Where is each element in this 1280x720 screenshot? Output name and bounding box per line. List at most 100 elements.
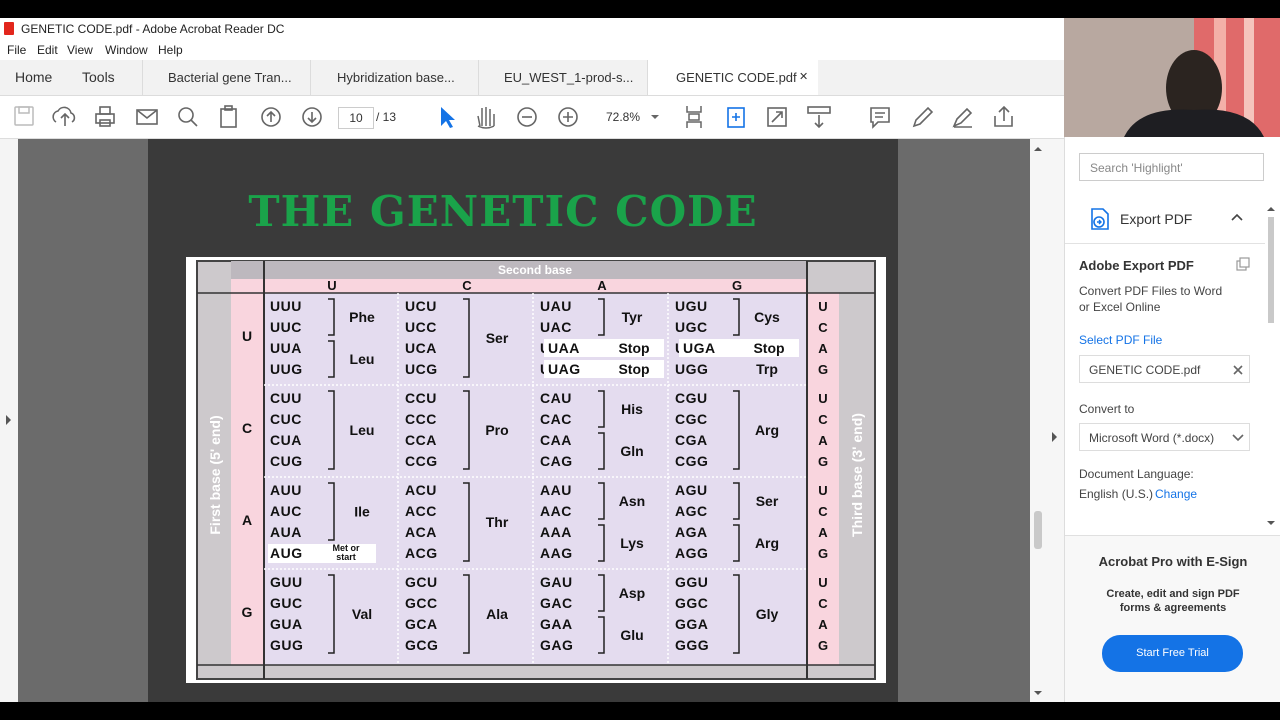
clear-file-icon[interactable] xyxy=(1233,365,1243,375)
page-number-input[interactable]: 10 xyxy=(338,107,374,129)
right-tools-pane: Search 'Highlight' Export PDF Adobe Expo… xyxy=(1064,137,1280,703)
right-panel-toggle-strip xyxy=(1046,139,1064,702)
tab-tools[interactable]: Tools xyxy=(82,60,115,95)
promo-line2: forms & agreements xyxy=(1119,602,1227,614)
menu-edit[interactable]: Edit xyxy=(37,43,58,57)
codon-label: CAC xyxy=(540,411,572,427)
selected-file-field[interactable]: GENETIC CODE.pdf xyxy=(1079,355,1250,383)
pdf-file-icon xyxy=(4,22,14,35)
tab-doc-genetic-code[interactable]: GENETIC CODE.pdf ✕ xyxy=(648,60,818,95)
fullscreen-icon[interactable] xyxy=(767,107,787,127)
amino-acid-label: Ala xyxy=(486,606,508,622)
sign-icon[interactable] xyxy=(952,107,973,128)
upload-icon[interactable] xyxy=(52,106,76,126)
tab-doc-eu-west[interactable]: EU_WEST_1-prod-s... xyxy=(504,60,633,95)
chevron-up-icon xyxy=(1231,213,1243,221)
scrollbar-thumb[interactable] xyxy=(1034,511,1042,549)
pane-scrollbar-thumb[interactable] xyxy=(1268,217,1274,323)
codon-label: AUC xyxy=(270,503,302,519)
zoom-out-icon[interactable] xyxy=(517,107,537,127)
adobe-export-title: Adobe Export PDF xyxy=(1079,258,1194,273)
close-tab-icon[interactable]: ✕ xyxy=(799,60,808,95)
acrobat-window: GENETIC CODE.pdf - Adobe Acrobat Reader … xyxy=(0,18,1064,702)
export-pdf-icon xyxy=(1091,208,1109,230)
select-tool-icon[interactable] xyxy=(441,107,455,128)
codon-label: AGA xyxy=(675,524,708,540)
tab-home[interactable]: Home xyxy=(15,60,52,95)
change-language-link[interactable]: Change xyxy=(1155,487,1197,501)
codon-label: UAA xyxy=(548,340,580,356)
menu-window[interactable]: Window xyxy=(105,43,148,57)
chevron-down-icon xyxy=(1232,434,1244,442)
comment-icon[interactable] xyxy=(870,107,890,129)
scroll-mode-icon[interactable] xyxy=(727,107,745,128)
info-icon[interactable] xyxy=(1235,257,1251,273)
pane-scroll-down-icon[interactable] xyxy=(1267,521,1275,525)
codon-label: AUG xyxy=(270,545,303,561)
search-zoom-icon[interactable] xyxy=(178,107,198,127)
scroll-down-icon[interactable] xyxy=(1034,691,1042,695)
highlight-pen-icon[interactable] xyxy=(912,106,934,128)
export-pdf-header[interactable]: Export PDF xyxy=(1065,199,1265,239)
format-dropdown[interactable]: Microsoft Word (*.docx) xyxy=(1079,423,1250,451)
third-base-letter: A xyxy=(818,525,828,540)
codon-label: UAC xyxy=(540,319,572,335)
export-pdf-label: Export PDF xyxy=(1120,211,1193,227)
second-base-label: Second base xyxy=(498,263,572,277)
amino-acid-label: Ser xyxy=(486,330,509,346)
expand-left-panel-icon[interactable] xyxy=(6,415,11,425)
next-page-icon[interactable] xyxy=(302,107,322,127)
document-viewer[interactable]: THE GENETIC CODE Second base First base (… xyxy=(0,139,1046,702)
amino-acid-label: Tyr xyxy=(622,309,643,325)
save-icon[interactable] xyxy=(14,106,34,126)
share-icon[interactable] xyxy=(994,105,1013,127)
first-base-letter: U xyxy=(242,328,252,344)
codon-label: AAC xyxy=(540,503,572,519)
format-value: Microsoft Word (*.docx) xyxy=(1089,431,1215,445)
codon-label: GGA xyxy=(675,616,708,632)
vertical-scrollbar[interactable] xyxy=(1030,139,1046,702)
third-base-letter: G xyxy=(818,362,828,377)
print-icon[interactable] xyxy=(95,106,115,127)
amino-acid-label: Gln xyxy=(620,443,643,459)
codon-label: AAU xyxy=(540,482,572,498)
codon-label: UCU xyxy=(405,298,437,314)
hand-tool-icon[interactable] xyxy=(477,107,495,129)
previous-page-icon[interactable] xyxy=(261,107,281,127)
download-tool-icon[interactable] xyxy=(807,106,831,129)
third-base-letter: U xyxy=(818,299,827,314)
zoom-level[interactable]: 72.8% xyxy=(606,110,640,124)
codon-label: UGA xyxy=(683,340,716,356)
third-base-letter: A xyxy=(818,433,828,448)
select-pdf-file-link[interactable]: Select PDF File xyxy=(1079,333,1162,347)
amino-acid-label: Asp xyxy=(619,585,645,601)
fit-page-icon[interactable] xyxy=(686,106,702,128)
codon-label: GUA xyxy=(270,616,303,632)
pane-scroll-up-icon[interactable] xyxy=(1267,207,1275,211)
amino-acid-label: Arg xyxy=(755,422,779,438)
start-free-trial-button[interactable]: Start Free Trial xyxy=(1102,635,1243,672)
codon-label: ACG xyxy=(405,545,438,561)
codon-label: UGG xyxy=(675,361,708,377)
tab-doc-bacterial[interactable]: Bacterial gene Tran... xyxy=(168,60,292,95)
amino-acid-label: His xyxy=(621,401,643,417)
amino-acid-label: Lys xyxy=(620,535,644,551)
search-input[interactable]: Search 'Highlight' xyxy=(1079,153,1264,181)
tab-doc-hybridization[interactable]: Hybridization base... xyxy=(337,60,455,95)
amino-acid-label: Thr xyxy=(486,514,509,530)
mail-icon[interactable] xyxy=(136,109,158,125)
codon-label: UGC xyxy=(675,319,708,335)
codon-label: GCU xyxy=(405,574,438,590)
third-base-label: Third base (3' end) xyxy=(849,413,865,537)
menu-view[interactable]: View xyxy=(67,43,93,57)
amino-acid-label: Ile xyxy=(354,504,370,520)
menu-file[interactable]: File xyxy=(7,43,26,57)
amino-acid-label: Leu xyxy=(350,422,375,438)
tab-divider xyxy=(310,60,311,95)
scroll-up-icon[interactable] xyxy=(1034,147,1042,151)
menu-help[interactable]: Help xyxy=(158,43,183,57)
collapse-right-panel-icon[interactable] xyxy=(1052,432,1057,442)
clipboard-icon[interactable] xyxy=(220,105,237,128)
chevron-down-icon[interactable] xyxy=(651,115,659,119)
zoom-in-icon[interactable] xyxy=(558,107,578,127)
